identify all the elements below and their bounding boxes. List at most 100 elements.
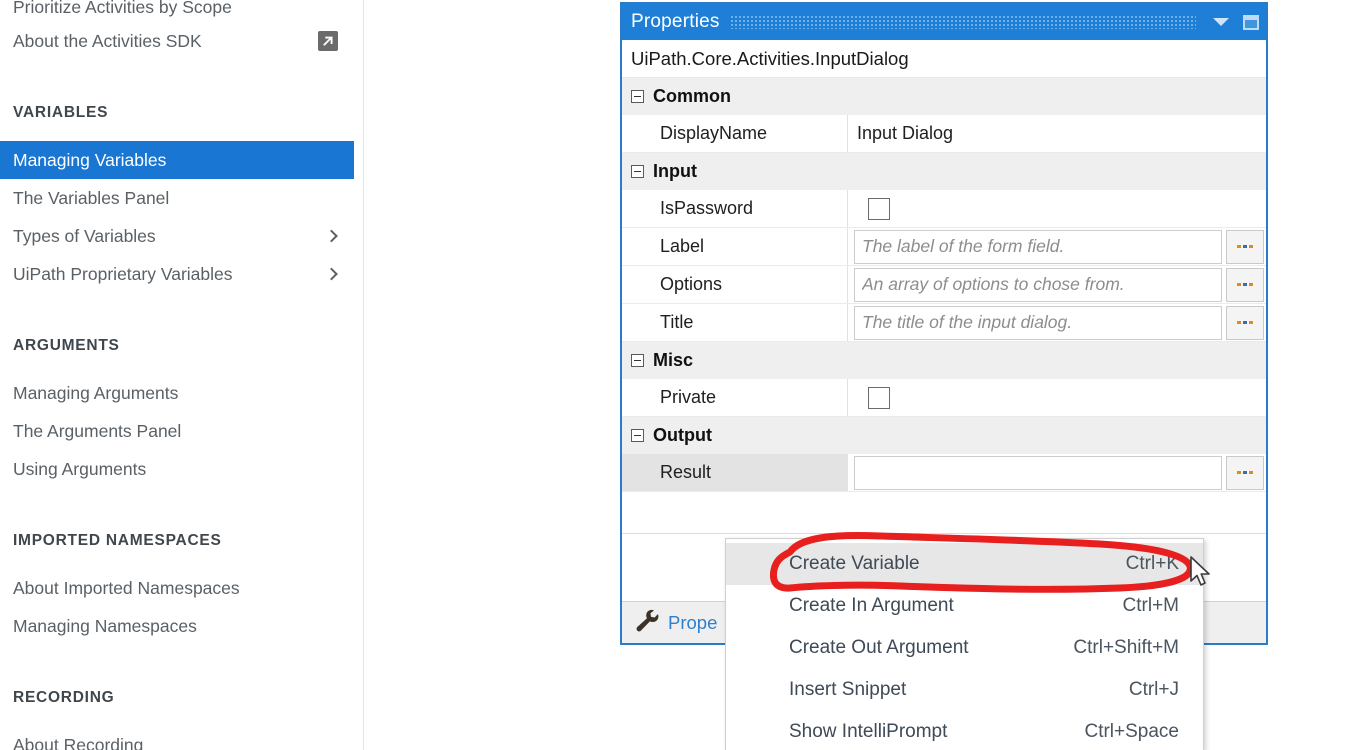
menu-item-label: Insert Snippet: [789, 679, 907, 700]
category-label: Output: [653, 425, 712, 445]
menu-item-label: Create In Argument: [789, 595, 954, 616]
sidebar-heading-label: ARGUMENTS: [13, 337, 120, 354]
sidebar-item-managing-variables[interactable]: Managing Variables: [0, 141, 354, 179]
menu-item-create-variable[interactable]: Create Variable Ctrl+K: [726, 543, 1203, 585]
properties-category-output[interactable]: Output: [622, 417, 1266, 454]
sidebar-item-about-imported-namespaces[interactable]: About Imported Namespaces: [0, 569, 363, 607]
property-value-cell[interactable]: [848, 190, 1266, 227]
sidebar-item-using-arguments[interactable]: Using Arguments: [0, 450, 363, 488]
property-row-label[interactable]: Label The label of the form field.: [622, 228, 1266, 266]
menu-item-label: Create Out Argument: [789, 637, 969, 658]
sidebar-item-label: Prioritize Activities by Scope: [13, 0, 232, 17]
property-value-cell[interactable]: The label of the form field.: [848, 228, 1266, 265]
properties-object-name: UiPath.Core.Activities.InputDialog: [622, 40, 1266, 78]
ispassword-checkbox[interactable]: [868, 197, 890, 220]
category-label: Input: [653, 161, 697, 181]
property-row-options[interactable]: Options An array of options to chose fro…: [622, 266, 1266, 304]
chevron-right-icon: [326, 269, 337, 280]
sidebar-item-label: Managing Namespaces: [13, 615, 197, 636]
sidebar-item-label: About the Activities SDK: [13, 30, 202, 51]
sidebar-heading-label: VARIABLES: [13, 104, 109, 121]
sidebar-item-about-the-activities-sdk[interactable]: About the Activities SDK: [0, 22, 363, 60]
menu-item-shortcut: Ctrl+J: [1128, 679, 1179, 700]
property-label: DisplayName: [622, 115, 848, 152]
sidebar-item-managing-arguments[interactable]: Managing Arguments: [0, 374, 363, 412]
label-ellipsis-button[interactable]: [1226, 229, 1264, 264]
properties-category-misc[interactable]: Misc: [622, 342, 1266, 379]
result-input[interactable]: [854, 455, 1222, 490]
menu-item-create-in-argument[interactable]: Create In Argument Ctrl+M: [726, 585, 1203, 627]
sidebar-heading-label: RECORDING: [13, 689, 115, 706]
menu-item-insert-snippet[interactable]: Insert Snippet Ctrl+J: [726, 669, 1203, 711]
displayname-value: Input Dialog: [857, 123, 954, 143]
menu-item-label: Show IntelliPrompt: [789, 721, 948, 742]
sidebar-item-uipath-proprietary-variables[interactable]: UiPath Proprietary Variables: [0, 255, 363, 293]
sidebar-item-prioritize-activities-by-scope[interactable]: Prioritize Activities by Scope: [0, 0, 363, 22]
options-ellipsis-button[interactable]: [1226, 267, 1264, 302]
property-row-displayname[interactable]: DisplayName Input Dialog: [622, 115, 1266, 153]
menu-item-create-out-argument[interactable]: Create Out Argument Ctrl+Shift+M: [726, 627, 1203, 669]
sidebar-heading-label: IMPORTED NAMESPACES: [13, 532, 222, 549]
property-row-result[interactable]: Result: [622, 454, 1266, 492]
sidebar-item-the-arguments-panel[interactable]: The Arguments Panel: [0, 412, 363, 450]
result-ellipsis-button[interactable]: [1226, 455, 1264, 490]
sidebar-heading-imported-namespaces: IMPORTED NAMESPACES: [0, 518, 363, 552]
sidebar-item-types-of-variables[interactable]: Types of Variables: [0, 217, 363, 255]
category-label: Common: [653, 86, 731, 106]
properties-title-bar[interactable]: Properties: [622, 4, 1266, 40]
sidebar-item-label: UiPath Proprietary Variables: [13, 263, 233, 284]
menu-item-shortcut: Ctrl+Shift+M: [1073, 637, 1179, 658]
dropdown-caret-icon[interactable]: [1206, 7, 1236, 37]
options-input[interactable]: An array of options to chose from.: [854, 267, 1222, 302]
collapse-icon[interactable]: [631, 354, 644, 367]
properties-category-input[interactable]: Input: [622, 153, 1266, 190]
collapse-icon[interactable]: [631, 90, 644, 103]
maximize-icon[interactable]: [1236, 7, 1266, 37]
property-label: Label: [622, 228, 848, 265]
sidebar-item-the-variables-panel[interactable]: The Variables Panel: [0, 179, 363, 217]
menu-item-label: Create Variable: [789, 553, 920, 574]
sidebar-item-managing-namespaces[interactable]: Managing Namespaces: [0, 607, 363, 645]
properties-footer-link[interactable]: Prope: [668, 612, 717, 634]
collapse-icon[interactable]: [631, 165, 644, 178]
sidebar-item-label: Managing Variables: [13, 149, 167, 170]
sidebar-item-label: About Imported Namespaces: [13, 577, 240, 598]
menu-item-shortcut: Ctrl+Space: [1084, 721, 1179, 742]
options-placeholder: An array of options to chose from.: [862, 274, 1125, 294]
sidebar-heading-variables: VARIABLES: [0, 90, 363, 124]
title-ellipsis-button[interactable]: [1226, 305, 1264, 340]
collapse-icon[interactable]: [631, 429, 644, 442]
category-label: Misc: [653, 350, 694, 370]
grid-empty-space: [622, 492, 1266, 534]
menu-item-shortcut: Ctrl+M: [1122, 595, 1179, 616]
properties-category-common[interactable]: Common: [622, 78, 1266, 115]
title-input[interactable]: The title of the input dialog.: [854, 305, 1222, 340]
property-value-cell[interactable]: [848, 454, 1266, 491]
titlebar-grip: [729, 15, 1196, 29]
sidebar-item-label: Using Arguments: [13, 458, 147, 479]
menu-item-show-intelliprompt[interactable]: Show IntelliPrompt Ctrl+Space: [726, 711, 1203, 750]
property-value-cell[interactable]: The title of the input dialog.: [848, 304, 1266, 341]
property-value-cell[interactable]: [848, 379, 1266, 416]
property-row-title[interactable]: Title The title of the input dialog.: [622, 304, 1266, 342]
properties-grid: Common DisplayName Input Dialog Input Is…: [622, 78, 1266, 534]
property-row-ispassword[interactable]: IsPassword: [622, 190, 1266, 228]
context-menu: Create Variable Ctrl+K Create In Argumen…: [725, 538, 1204, 750]
sidebar-heading-recording: RECORDING: [0, 675, 363, 709]
property-value-cell[interactable]: Input Dialog: [848, 115, 1266, 152]
label-input[interactable]: The label of the form field.: [854, 229, 1222, 264]
sidebar-item-about-recording[interactable]: About Recording: [0, 726, 363, 750]
private-checkbox[interactable]: [868, 386, 890, 409]
sidebar-item-label: The Variables Panel: [13, 187, 170, 208]
property-row-private[interactable]: Private: [622, 379, 1266, 417]
property-value-cell[interactable]: An array of options to chose from.: [848, 266, 1266, 303]
sidebar-item-label: About Recording: [13, 734, 144, 750]
sidebar-item-label: The Arguments Panel: [13, 420, 182, 441]
external-link-icon[interactable]: [318, 31, 338, 51]
